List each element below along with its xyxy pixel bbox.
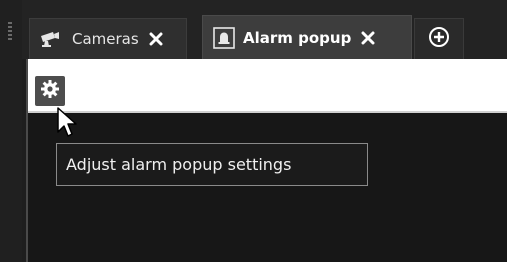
camera-icon bbox=[40, 30, 64, 48]
close-icon[interactable] bbox=[149, 32, 163, 46]
resize-handle[interactable] bbox=[8, 22, 12, 40]
left-panel-edge bbox=[0, 0, 22, 262]
mouse-pointer-icon bbox=[56, 106, 80, 140]
tab-label: Cameras bbox=[72, 30, 139, 48]
tab-alarm-popup[interactable]: Alarm popup bbox=[202, 15, 412, 59]
settings-tooltip: Adjust alarm popup settings bbox=[56, 143, 368, 186]
tab-cameras[interactable]: Cameras bbox=[29, 18, 187, 59]
alarm-bell-icon bbox=[213, 26, 235, 49]
tab-bar: Cameras Alarm popup bbox=[22, 0, 507, 59]
toolbar bbox=[28, 59, 507, 113]
add-tab-button[interactable] bbox=[414, 18, 464, 59]
settings-button[interactable] bbox=[35, 76, 65, 106]
app-window: Cameras Alarm popup Adjust alarm popup s… bbox=[0, 0, 507, 262]
plus-circle-icon bbox=[428, 26, 450, 52]
close-icon[interactable] bbox=[361, 31, 375, 45]
gear-icon bbox=[40, 79, 60, 103]
tab-label: Alarm popup bbox=[243, 28, 352, 47]
